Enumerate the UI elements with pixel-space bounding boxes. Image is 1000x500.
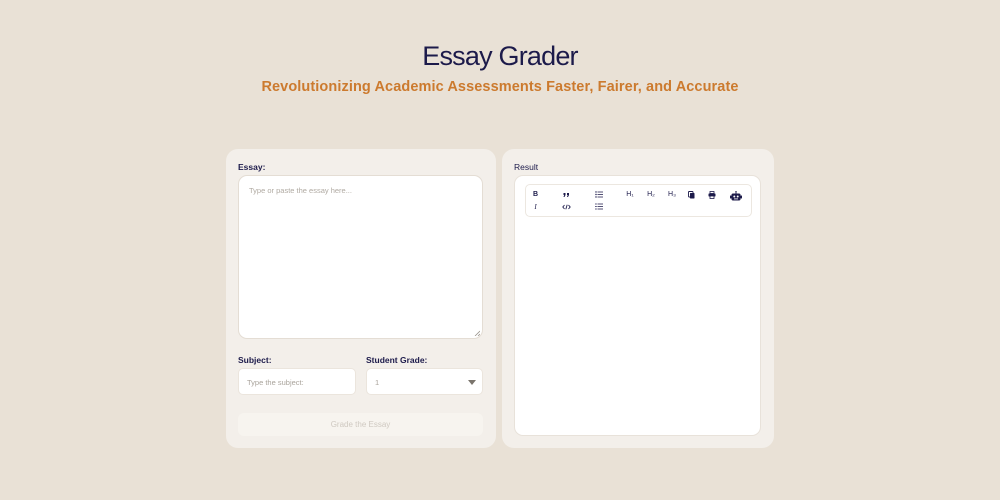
heading-1-icon[interactable]: H₁ — [624, 190, 636, 199]
page-subtitle: Revolutionizing Academic Assessments Fas… — [261, 79, 739, 95]
heading-2-icon[interactable]: H₂ — [645, 190, 657, 199]
essay-label: Essay: — [238, 162, 266, 172]
bold-icon[interactable]: B — [531, 190, 540, 199]
essay-form-panel: Essay: Type or paste the essay here... S… — [226, 149, 496, 448]
print-icon[interactable] — [707, 190, 716, 199]
robot-icon[interactable] — [729, 190, 742, 201]
page-title: Essay Grader — [422, 41, 578, 71]
subject-input[interactable]: Type the subject: — [238, 368, 356, 395]
heading-3-icon[interactable]: H₃ — [666, 190, 678, 199]
student-grade-select[interactable]: 1 — [366, 368, 483, 395]
quote-icon[interactable] — [562, 190, 571, 199]
unordered-list-icon[interactable] — [594, 190, 603, 199]
copy-icon[interactable] — [687, 190, 696, 199]
essay-placeholder: Type or paste the essay here... — [249, 186, 352, 195]
student-grade-label: Student Grade: — [366, 355, 428, 365]
resize-handle-icon[interactable] — [474, 330, 480, 336]
subject-label: Subject: — [238, 355, 272, 365]
result-panel: Result B I H₁ H₂ H₃ — [502, 149, 774, 448]
subject-placeholder: Type the subject: — [247, 378, 304, 387]
code-icon[interactable] — [562, 202, 571, 211]
grade-essay-button[interactable]: Grade the Essay — [238, 413, 483, 436]
result-label: Result — [514, 162, 539, 172]
essay-textarea[interactable]: Type or paste the essay here... — [238, 175, 483, 339]
italic-icon[interactable]: I — [531, 202, 540, 211]
result-editor[interactable]: B I H₁ H₂ H₃ — [514, 175, 761, 436]
chevron-down-icon — [468, 380, 476, 385]
student-grade-value: 1 — [375, 378, 380, 387]
ordered-list-icon[interactable] — [594, 202, 603, 211]
editor-toolbar: B I H₁ H₂ H₃ — [525, 184, 752, 217]
page: Essay Grader Revolutionizing Academic As… — [0, 0, 1000, 500]
